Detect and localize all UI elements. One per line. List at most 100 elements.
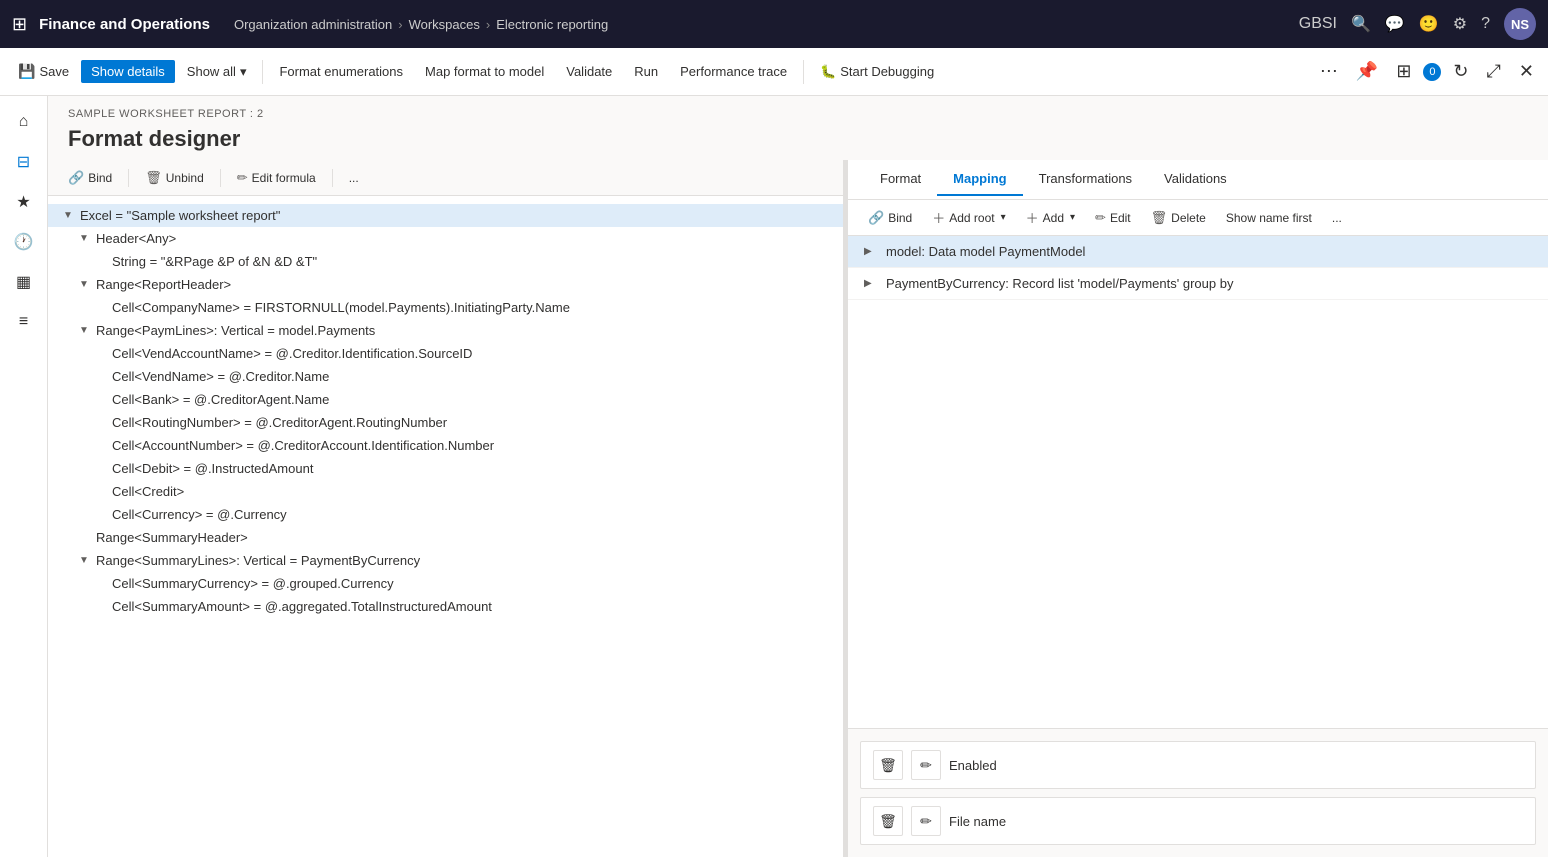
- pin-icon[interactable]: 📌: [1350, 61, 1384, 82]
- sidebar-item-list[interactable]: ≡: [6, 304, 42, 340]
- tree-text-excel: Excel = "Sample worksheet report": [80, 208, 280, 223]
- save-button[interactable]: 💾 Save: [8, 59, 79, 84]
- breadcrumb: SAMPLE WORKSHEET REPORT : 2: [68, 108, 1528, 120]
- tree-text-cell-company: Cell<CompanyName> = FIRSTORNULL(model.Pa…: [112, 300, 570, 315]
- chat-icon[interactable]: 💬: [1385, 14, 1405, 34]
- model-tree: ▶ model: Data model PaymentModel ▶ Payme…: [848, 236, 1548, 728]
- page-header: SAMPLE WORKSHEET REPORT : 2 Format desig…: [48, 96, 1548, 160]
- delete-button[interactable]: 🗑 Delete: [1143, 208, 1214, 228]
- format-enumerations-button[interactable]: Format enumerations: [269, 60, 413, 83]
- tree-text-range-paymlines: Range<PaymLines>: Vertical = model.Payme…: [96, 323, 375, 338]
- tree-item-range-summaryheader[interactable]: Range<SummaryHeader>: [48, 526, 843, 549]
- right-bind-button[interactable]: 🔗 Bind: [860, 208, 920, 228]
- close-icon[interactable]: ✕: [1513, 61, 1540, 82]
- tree-text-cell-routing: Cell<RoutingNumber> = @.CreditorAgent.Ro…: [112, 415, 447, 430]
- run-button[interactable]: Run: [624, 60, 668, 83]
- enabled-edit-button[interactable]: ✏: [911, 750, 941, 780]
- tree-item-cell-currency[interactable]: Cell<Currency> = @.Currency: [48, 503, 843, 526]
- breadcrumb-electronic[interactable]: Electronic reporting: [496, 17, 608, 32]
- split-icon[interactable]: ⊞: [1390, 61, 1417, 82]
- notification-badge[interactable]: 0: [1423, 63, 1441, 81]
- filename-edit-button[interactable]: ✏: [911, 806, 941, 836]
- tree-item-cell-summaryamount[interactable]: Cell<SummaryAmount> = @.aggregated.Total…: [48, 595, 843, 618]
- bottom-card-enabled: 🗑 ✏ Enabled: [860, 741, 1536, 789]
- tree-item-range-summarylines[interactable]: ▼ Range<SummaryLines>: Vertical = Paymen…: [48, 549, 843, 572]
- sidebar-item-table[interactable]: ▦: [6, 264, 42, 300]
- start-debugging-button[interactable]: 🐛 Start Debugging: [810, 60, 944, 84]
- map-format-button[interactable]: Map format to model: [415, 60, 554, 83]
- add-button[interactable]: ＋ Add: [1018, 206, 1083, 229]
- smiley-icon[interactable]: 🙂: [1419, 14, 1439, 34]
- model-item-model[interactable]: ▶ model: Data model PaymentModel: [848, 236, 1548, 268]
- right-panel: Format Mapping Transformations Validatio…: [848, 160, 1548, 857]
- validate-button[interactable]: Validate: [556, 60, 622, 83]
- settings-icon[interactable]: ⚙: [1453, 14, 1467, 34]
- unbind-button[interactable]: 🗑 Unbind: [137, 168, 212, 188]
- toolbar-more-button[interactable]: ⋯: [1314, 61, 1344, 82]
- edit-formula-button[interactable]: ✏ Edit formula: [229, 168, 324, 188]
- avatar[interactable]: NS: [1504, 8, 1536, 40]
- show-name-first-button[interactable]: Show name first: [1218, 209, 1320, 227]
- expand-icon[interactable]: ⤢: [1481, 61, 1507, 82]
- edit-icon: ✏: [237, 170, 248, 186]
- tree-item-excel[interactable]: ▼ Excel = "Sample worksheet report": [48, 204, 843, 227]
- tree-text-cell-vendname: Cell<VendName> = @.Creditor.Name: [112, 369, 329, 384]
- tree-item-cell-bank[interactable]: Cell<Bank> = @.CreditorAgent.Name: [48, 388, 843, 411]
- edit-icon-right: ✏: [1095, 210, 1106, 226]
- refresh-icon[interactable]: ↻: [1447, 61, 1474, 82]
- tree-text-cell-bank: Cell<Bank> = @.CreditorAgent.Name: [112, 392, 329, 407]
- sidebar-item-star[interactable]: ★: [6, 184, 42, 220]
- tree-item-cell-account[interactable]: Cell<AccountNumber> = @.CreditorAccount.…: [48, 434, 843, 457]
- tree-text-cell-summaryamount: Cell<SummaryAmount> = @.aggregated.Total…: [112, 599, 492, 614]
- enabled-delete-button[interactable]: 🗑: [873, 750, 903, 780]
- search-icon[interactable]: 🔍: [1351, 14, 1371, 34]
- tab-transformations[interactable]: Transformations: [1023, 163, 1148, 196]
- breadcrumb-workspaces[interactable]: Workspaces: [409, 17, 480, 32]
- model-item-payment[interactable]: ▶ PaymentByCurrency: Record list 'model/…: [848, 268, 1548, 300]
- edit-button[interactable]: ✏ Edit: [1087, 208, 1139, 228]
- chevron-down-icon: ▾: [240, 64, 247, 80]
- tree-item-cell-vendname[interactable]: Cell<VendName> = @.Creditor.Name: [48, 365, 843, 388]
- sidebar-item-filter[interactable]: ⊟: [6, 144, 42, 180]
- tree-item-cell-company[interactable]: Cell<CompanyName> = FIRSTORNULL(model.Pa…: [48, 296, 843, 319]
- main-content: SAMPLE WORKSHEET REPORT : 2 Format desig…: [48, 96, 1548, 857]
- waffle-icon[interactable]: ⊞: [12, 14, 27, 35]
- filename-delete-button[interactable]: 🗑: [873, 806, 903, 836]
- tree-item-range-header[interactable]: ▼ Range<ReportHeader>: [48, 273, 843, 296]
- link-icon: 🔗: [68, 170, 84, 186]
- right-toolbar: 🔗 Bind ＋ Add root ＋ Add ✏ Edit: [848, 200, 1548, 236]
- tree-item-cell-summarycurrency[interactable]: Cell<SummaryCurrency> = @.grouped.Curren…: [48, 572, 843, 595]
- right-more-button[interactable]: ...: [1324, 209, 1350, 227]
- tab-mapping[interactable]: Mapping: [937, 163, 1022, 196]
- sidebar-item-clock[interactable]: 🕐: [6, 224, 42, 260]
- tree-text-cell-credit: Cell<Credit>: [112, 484, 184, 499]
- show-all-button[interactable]: Show all ▾: [177, 60, 257, 84]
- format-tree: ▼ Excel = "Sample worksheet report" ▼ He…: [48, 196, 843, 857]
- left-toolbar: 🔗 Bind 🗑 Unbind ✏ Edit formula: [48, 160, 843, 196]
- tree-item-cell-debit[interactable]: Cell<Debit> = @.InstructedAmount: [48, 457, 843, 480]
- left-more-button[interactable]: ...: [341, 169, 367, 187]
- tab-validations[interactable]: Validations: [1148, 163, 1243, 196]
- toggle-model: ▶: [864, 246, 878, 257]
- tree-item-cell-vend[interactable]: Cell<VendAccountName> = @.Creditor.Ident…: [48, 342, 843, 365]
- performance-trace-button[interactable]: Performance trace: [670, 60, 797, 83]
- help-icon[interactable]: ?: [1481, 15, 1490, 33]
- debug-icon: 🐛: [820, 64, 836, 80]
- gbsi-label: GBSI: [1299, 15, 1337, 33]
- tree-item-string[interactable]: String = "&RPage &P of &N &D &T": [48, 250, 843, 273]
- sidebar-item-home[interactable]: ⌂: [6, 104, 42, 140]
- toggle-header: ▼: [76, 233, 92, 244]
- add-root-button[interactable]: ＋ Add root: [924, 206, 1013, 229]
- tree-item-header[interactable]: ▼ Header<Any>: [48, 227, 843, 250]
- content-area: 🔗 Bind 🗑 Unbind ✏ Edit formula: [48, 160, 1548, 857]
- tree-text-range-summaryheader: Range<SummaryHeader>: [96, 530, 248, 545]
- tab-format[interactable]: Format: [864, 163, 937, 196]
- breadcrumb-org[interactable]: Organization administration: [234, 17, 392, 32]
- tree-item-cell-routing[interactable]: Cell<RoutingNumber> = @.CreditorAgent.Ro…: [48, 411, 843, 434]
- bind-button[interactable]: 🔗 Bind: [60, 168, 120, 188]
- show-details-button[interactable]: Show details: [81, 60, 175, 83]
- tree-item-cell-credit[interactable]: Cell<Credit>: [48, 480, 843, 503]
- tree-text-cell-currency: Cell<Currency> = @.Currency: [112, 507, 287, 522]
- toolbar-separator-2: [803, 60, 804, 84]
- tree-item-range-paymlines[interactable]: ▼ Range<PaymLines>: Vertical = model.Pay…: [48, 319, 843, 342]
